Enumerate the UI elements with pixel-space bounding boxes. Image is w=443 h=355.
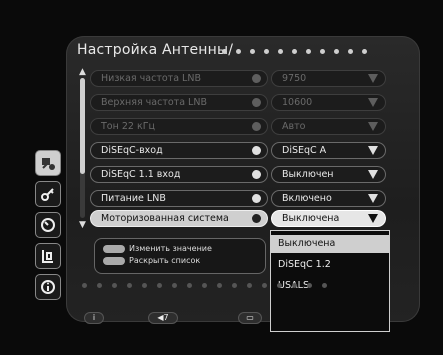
- setting-value-select[interactable]: 9750: [271, 70, 386, 87]
- dropdown-option[interactable]: Выключена: [271, 235, 389, 253]
- info-button[interactable]: i: [84, 312, 104, 324]
- help-box: Изменить значение Раскрыть список: [94, 238, 266, 274]
- scrollbar[interactable]: [80, 78, 85, 218]
- scroll-up-arrow-icon[interactable]: ▲: [79, 67, 86, 77]
- page-indicator-dots: [222, 49, 367, 54]
- setting-value-select[interactable]: Авто: [271, 118, 386, 135]
- dropdown-arrow-icon: [368, 194, 378, 203]
- page-title: Настройка Антенны/: [77, 42, 234, 58]
- setting-value-select[interactable]: Выключена: [271, 210, 386, 227]
- left-right-keys-icon: [103, 244, 125, 253]
- setting-label: Питание LNB: [90, 190, 268, 207]
- motorized-system-dropdown[interactable]: Выключена DiSEqC 1.2 USALS: [270, 230, 390, 332]
- dropdown-arrow-icon: [368, 170, 378, 179]
- setting-label: Верхняя частота LNB: [90, 94, 268, 111]
- scroll-down-arrow-icon[interactable]: ▼: [79, 220, 86, 230]
- dropdown-arrow-icon: [368, 214, 378, 223]
- dropdown-option[interactable]: DiSEqC 1.2: [271, 256, 389, 274]
- key-icon[interactable]: [35, 181, 61, 207]
- ok-key-icon: [103, 256, 125, 265]
- save-icon[interactable]: [35, 243, 61, 269]
- audio-button[interactable]: ◀7: [148, 312, 178, 324]
- setting-label: Моторизованная система: [90, 210, 268, 227]
- dropdown-arrow-icon: [368, 98, 378, 107]
- help-open-list: Раскрыть список: [103, 256, 200, 265]
- satellite-settings-icon[interactable]: [35, 150, 61, 176]
- scrollbar-thumb[interactable]: [80, 78, 85, 174]
- subtitle-button[interactable]: ▭: [238, 312, 262, 324]
- dropdown-arrow-icon: [368, 74, 378, 83]
- dropdown-arrow-icon: [368, 146, 378, 155]
- setting-label: Низкая частота LNB: [90, 70, 268, 87]
- help-change-value: Изменить значение: [103, 244, 212, 253]
- setting-label: DiSEqC-вход: [90, 142, 268, 159]
- setting-value-select[interactable]: 10600: [271, 94, 386, 111]
- clock-icon[interactable]: [35, 212, 61, 238]
- setting-value-select[interactable]: DiSEqC A: [271, 142, 386, 159]
- dropdown-arrow-icon: [368, 122, 378, 131]
- setting-value-select[interactable]: Выключен: [271, 166, 386, 183]
- setting-label: Тон 22 кГц: [90, 118, 268, 135]
- bottom-divider-dots: [82, 283, 327, 288]
- setting-value-select[interactable]: Включено: [271, 190, 386, 207]
- info-icon[interactable]: [35, 274, 61, 300]
- setting-label: DiSEqC 1.1 вход: [90, 166, 268, 183]
